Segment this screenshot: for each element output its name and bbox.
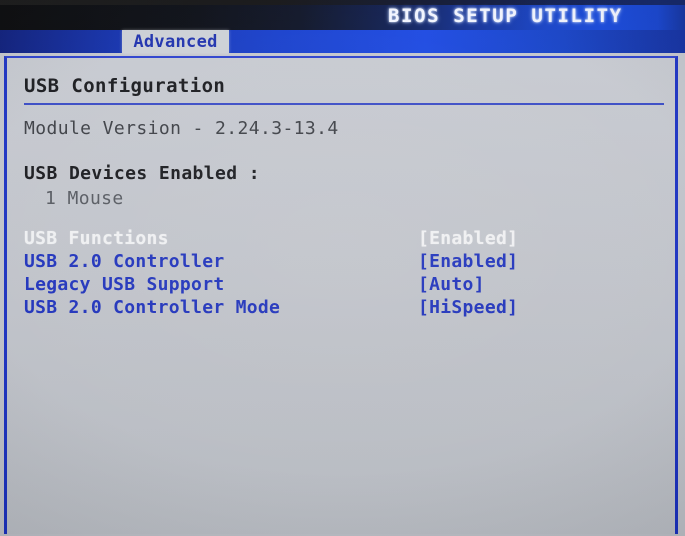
setting-row-legacy-usb-support[interactable]: Legacy USB Support [Auto] xyxy=(7,273,675,296)
setting-label-usb-20-controller-mode: USB 2.0 Controller Mode xyxy=(24,297,281,318)
setting-value-usb-functions[interactable]: [Enabled] xyxy=(418,227,518,250)
section-title: USB Configuration xyxy=(24,75,226,97)
page-title: BIOS SETUP UTILITY xyxy=(388,5,623,27)
menu-bar-left-filler xyxy=(0,30,122,53)
setting-row-usb-20-controller[interactable]: USB 2.0 Controller [Enabled] xyxy=(7,250,675,273)
setting-value-usb-20-controller-mode[interactable]: [HiSpeed] xyxy=(418,296,518,319)
setting-row-usb-functions[interactable]: USB Functions [Enabled] xyxy=(7,227,675,250)
menu-bar: Advanced xyxy=(0,30,685,53)
bios-setup-screen: BIOS SETUP UTILITY Advanced USB Configur… xyxy=(0,0,685,536)
main-panel: USB Configuration Module Version - 2.24.… xyxy=(4,56,678,534)
setting-value-legacy-usb-support[interactable]: [Auto] xyxy=(418,273,485,296)
setting-label-legacy-usb-support: Legacy USB Support xyxy=(24,274,225,295)
setting-label-usb-20-controller: USB 2.0 Controller xyxy=(24,251,225,272)
section-divider xyxy=(24,103,664,105)
settings-list: USB Functions [Enabled] USB 2.0 Controll… xyxy=(7,227,675,319)
tab-advanced-label: Advanced xyxy=(133,31,218,52)
setting-label-usb-functions: USB Functions xyxy=(24,228,169,249)
setting-value-usb-20-controller[interactable]: [Enabled] xyxy=(418,250,518,273)
usb-device-list-item: 1 Mouse xyxy=(45,188,124,209)
usb-devices-enabled-label: USB Devices Enabled : xyxy=(24,163,260,184)
setting-row-usb-20-controller-mode[interactable]: USB 2.0 Controller Mode [HiSpeed] xyxy=(7,296,675,319)
tab-advanced[interactable]: Advanced xyxy=(122,30,229,53)
title-bar: BIOS SETUP UTILITY xyxy=(0,0,685,30)
module-version-text: Module Version - 2.24.3-13.4 xyxy=(24,118,339,139)
